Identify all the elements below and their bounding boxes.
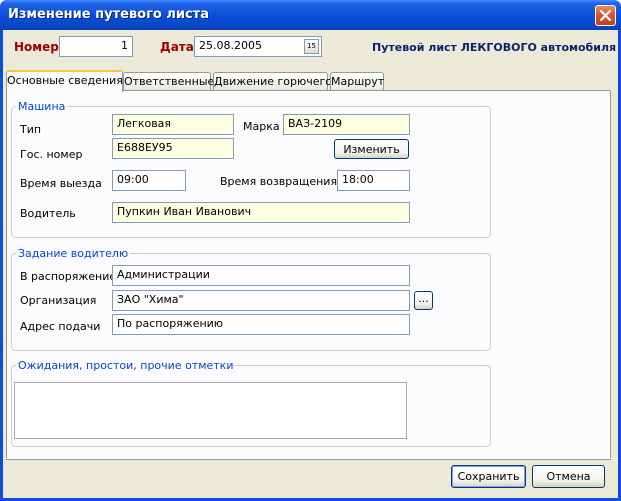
window-title: Изменение путевого листа bbox=[8, 7, 209, 22]
tab-fuel-movement[interactable]: Движение горючего bbox=[213, 72, 332, 91]
dialog-body: Номер 1 Дата 25.08.2005 15 Путевой лист … bbox=[3, 30, 618, 498]
footer-divider bbox=[3, 458, 618, 459]
number-field[interactable]: 1 bbox=[59, 36, 133, 57]
address-label: Адрес подачи bbox=[20, 320, 101, 333]
notes-textarea[interactable] bbox=[14, 382, 407, 439]
dialog-window: Изменение путевого листа Номер 1 Дата 25… bbox=[0, 0, 621, 501]
tab-panel-main-info: Машина Тип Легковая Марка ВАЗ-2109 Гос. … bbox=[6, 90, 611, 460]
organization-label: Организация bbox=[20, 294, 97, 307]
date-field[interactable]: 25.08.2005 15 bbox=[194, 36, 322, 57]
cancel-button[interactable]: Отмена bbox=[532, 465, 605, 488]
plate-label: Гос. номер bbox=[20, 148, 83, 161]
title-bar[interactable]: Изменение путевого листа bbox=[0, 0, 621, 30]
return-label: Время возвращения bbox=[220, 175, 338, 188]
document-type: Путевой лист ЛЕКГОВОГО автомобиля bbox=[372, 41, 617, 54]
brand-field[interactable]: ВАЗ-2109 bbox=[283, 114, 410, 135]
organization-browse-button[interactable]: ... bbox=[414, 291, 433, 310]
driver-field[interactable]: Пупкин Иван Иванович bbox=[112, 202, 410, 223]
tab-route[interactable]: Маршрут bbox=[330, 72, 384, 91]
type-field[interactable]: Легковая bbox=[112, 114, 234, 135]
departure-time-field[interactable]: 09:00 bbox=[112, 170, 186, 191]
calendar-button[interactable]: 15 bbox=[304, 39, 319, 54]
return-time-field[interactable]: 18:00 bbox=[337, 170, 410, 191]
date-label: Дата bbox=[160, 40, 194, 54]
notes-group-legend: Ожидания, простои, прочие отметки bbox=[16, 359, 236, 372]
car-group-legend: Машина bbox=[16, 100, 68, 113]
task-group-legend: Задание водителю bbox=[16, 247, 131, 260]
close-icon bbox=[600, 10, 611, 21]
number-label: Номер bbox=[14, 40, 59, 54]
tab-main-info[interactable]: Основные сведения bbox=[6, 70, 123, 92]
organization-field[interactable]: ЗАО "Хима" bbox=[112, 290, 410, 311]
disposal-label: В распоряжение bbox=[20, 270, 117, 283]
brand-label: Марка bbox=[243, 120, 280, 133]
close-button[interactable] bbox=[595, 5, 616, 26]
plate-field[interactable]: Е688ЕУ95 bbox=[112, 138, 234, 159]
date-value: 25.08.2005 bbox=[199, 39, 262, 52]
driver-label: Водитель bbox=[20, 207, 76, 220]
departure-label: Время выезда bbox=[20, 177, 102, 190]
disposal-field[interactable]: Администрации bbox=[112, 265, 410, 286]
calendar-icon: 15 bbox=[307, 42, 316, 50]
type-label: Тип bbox=[20, 123, 42, 136]
tab-responsible[interactable]: Ответственные bbox=[123, 72, 214, 91]
address-field[interactable]: По распоряжению bbox=[112, 314, 410, 335]
save-button[interactable]: Сохранить bbox=[451, 465, 526, 488]
change-button[interactable]: Изменить bbox=[334, 139, 409, 159]
